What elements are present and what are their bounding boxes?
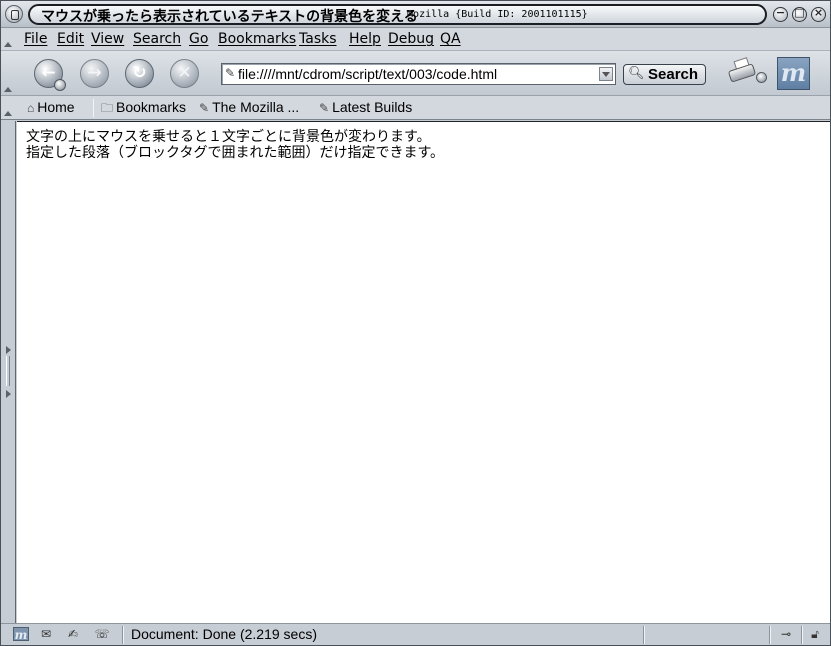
reload-button[interactable]: ↻ xyxy=(125,59,154,88)
navbar-grippy-icon[interactable] xyxy=(4,51,12,96)
menu-tasks[interactable]: Tasks xyxy=(299,31,337,47)
content-line-1[interactable]: 文字の上にマウスを乗せると１文字ごとに背景色が変わります。 xyxy=(26,130,431,145)
sidebar-splitter[interactable] xyxy=(1,121,16,623)
bookmark-mozilla[interactable]: ✎ The Mozilla ... xyxy=(199,99,299,115)
minimize-icon: − xyxy=(775,6,786,19)
bookmark-latest-builds[interactable]: ✎ Latest Builds xyxy=(319,99,412,115)
mail-icon[interactable]: ✉ xyxy=(38,627,54,641)
bookmarks-button[interactable]: 🗀 Bookmarks xyxy=(101,99,186,120)
menu-bookmarks[interactable]: Bookmarks xyxy=(218,31,296,47)
url-history-dropdown-icon[interactable] xyxy=(599,67,613,81)
personal-toolbar: ⌂ Home 🗀 Bookmarks ✎ The Mozilla ... ✎ Lates… xyxy=(1,96,830,120)
navigation-toolbar: ← → ↻ ✕ ✎ file:////mnt/cdrom/script/text… xyxy=(1,51,830,96)
toolbar-separator xyxy=(93,99,94,117)
maximize-button[interactable]: □ xyxy=(792,6,807,22)
browser-window: マウスが乗ったら表示されているテキストの背景色を変える - Mozilla {B… xyxy=(0,0,831,646)
personalbar-grippy-icon[interactable] xyxy=(4,96,12,120)
stop-icon: ✕ xyxy=(177,63,192,83)
status-text: Document: Done (2.219 secs) xyxy=(131,626,317,642)
window-title: マウスが乗ったら表示されているテキストの背景色を変える xyxy=(41,9,418,25)
reload-icon: ↻ xyxy=(132,63,147,83)
unlocked-padlock-icon[interactable]: 🔓︎ xyxy=(807,627,823,641)
menu-file[interactable]: File xyxy=(24,31,47,47)
bookmark-latest-builds-label: Latest Builds xyxy=(332,99,413,115)
menu-qa[interactable]: QA xyxy=(440,31,461,47)
title-bar[interactable]: マウスが乗ったら表示されているテキストの背景色を変える - Mozilla {B… xyxy=(1,1,830,28)
status-separator xyxy=(801,626,803,644)
home-button[interactable]: ⌂ Home xyxy=(27,99,75,115)
window-app-title: - Mozilla {Build ID: 2001101115} xyxy=(395,9,588,20)
url-field[interactable]: ✎ file:////mnt/cdrom/script/text/003/cod… xyxy=(221,63,616,85)
menu-go[interactable]: Go xyxy=(189,31,208,47)
chat-icon[interactable]: ☏ xyxy=(94,627,110,641)
menu-view[interactable]: View xyxy=(91,31,124,47)
status-bar: m ✉ ✍ ☏ Document: Done (2.219 secs) ⊸ 🔓︎ xyxy=(1,623,830,645)
window-menu-icon[interactable] xyxy=(5,5,23,23)
status-separator xyxy=(643,626,645,644)
forward-arrow-icon: → xyxy=(87,63,102,83)
bookmarks-label: Bookmarks xyxy=(116,99,187,115)
magnifier-icon: 🔍︎ xyxy=(628,66,645,81)
throbber-logo[interactable]: m xyxy=(777,57,810,90)
menu-edit[interactable]: Edit xyxy=(57,31,84,47)
page-proxy-icon[interactable]: ✎ xyxy=(225,66,235,80)
content-line-2[interactable]: 指定した段落（ブロックタグで囲まれた範囲）だけ指定できます。 xyxy=(26,146,444,161)
menu-search[interactable]: Search xyxy=(133,31,181,47)
back-history-dropdown-icon[interactable] xyxy=(54,79,66,91)
bookmark-link-icon: ✎ xyxy=(319,101,330,115)
mozilla-icon[interactable]: m xyxy=(13,627,29,642)
status-separator xyxy=(769,626,771,644)
mozilla-m-icon: m xyxy=(780,58,807,87)
print-button[interactable] xyxy=(727,57,767,87)
search-button-label: Search xyxy=(648,66,699,83)
home-label: Home xyxy=(37,99,75,115)
minimize-button[interactable]: − xyxy=(773,6,788,22)
stop-button[interactable]: ✕ xyxy=(170,59,199,88)
bookmark-link-icon: ✎ xyxy=(199,101,210,115)
back-button[interactable]: ← xyxy=(34,59,66,91)
online-plug-icon[interactable]: ⊸ xyxy=(775,627,797,641)
menu-help[interactable]: Help xyxy=(349,31,381,47)
print-dropdown-icon[interactable] xyxy=(756,72,767,83)
forward-button[interactable]: → xyxy=(80,59,109,88)
folder-icon: 🗀 xyxy=(101,101,114,115)
bookmark-mozilla-label: The Mozilla ... xyxy=(212,99,300,115)
close-button[interactable]: × xyxy=(811,6,826,22)
search-button[interactable]: 🔍︎ Search xyxy=(623,64,706,85)
home-icon: ⌂ xyxy=(27,101,35,115)
close-icon: × xyxy=(813,6,824,19)
menu-debug[interactable]: Debug xyxy=(388,31,434,47)
menubar-grippy-icon[interactable] xyxy=(4,28,12,51)
printer-icon xyxy=(727,63,757,83)
composer-icon[interactable]: ✍ xyxy=(65,627,81,641)
maximize-icon: □ xyxy=(794,6,805,19)
menu-bar: File Edit View Search Go Bookmarks Tasks… xyxy=(1,28,830,51)
url-text[interactable]: file:////mnt/cdrom/script/text/003/code.… xyxy=(238,66,497,82)
status-separator xyxy=(122,626,124,644)
splitter-grip-icon xyxy=(6,356,10,386)
page-content: 文字の上にマウスを乗せると１文字ごとに背景色が変わります。 指定した段落（ブロッ… xyxy=(17,121,830,623)
